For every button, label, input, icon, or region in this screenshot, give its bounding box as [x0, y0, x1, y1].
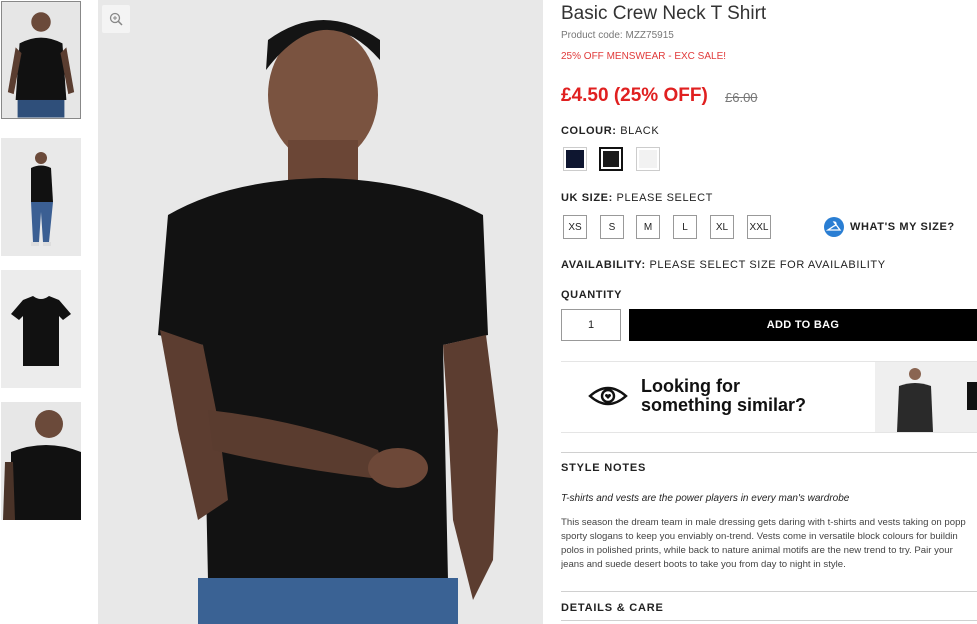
similar-items-preview: [875, 362, 977, 432]
zoom-in-icon: [109, 12, 123, 26]
availability-label: AVAILABILITY: PLEASE SELECT SIZE FOR AVA…: [561, 259, 886, 271]
thumbnail-closeup[interactable]: [1, 402, 81, 520]
main-product-image[interactable]: [98, 0, 543, 624]
swatch-navy[interactable]: [563, 147, 587, 171]
quantity-label: QUANTITY: [561, 289, 622, 301]
product-title: Basic Crew Neck T Shirt: [561, 3, 767, 24]
quantity-input[interactable]: 1: [561, 309, 621, 341]
style-notes-line: jeans and suede desert boots to take you…: [561, 559, 846, 570]
similar-line-2: something similar?: [641, 395, 807, 415]
whats-my-size-link[interactable]: WHAT'S MY SIZE?: [850, 221, 955, 233]
thumbnail-flat[interactable]: [1, 270, 81, 388]
style-notes-line: polos in polished prints, while back to …: [561, 545, 953, 556]
thumbnail-side[interactable]: [1, 138, 81, 256]
similar-line-1: Looking for: [641, 376, 740, 396]
availability-value: PLEASE SELECT SIZE FOR AVAILABILITY: [649, 259, 886, 271]
swatch-navy-fill: [566, 150, 584, 168]
size-option-l[interactable]: L: [673, 215, 697, 239]
swatch-white-fill: [639, 150, 657, 168]
size-option-xxl[interactable]: XXL: [747, 215, 771, 239]
availability-label-key: AVAILABILITY:: [561, 259, 646, 271]
swatch-white[interactable]: [636, 147, 660, 171]
add-to-bag-button[interactable]: ADD TO BAG: [629, 309, 977, 341]
similar-items-preview-image: [875, 362, 977, 432]
divider: [561, 452, 977, 453]
swatch-black[interactable]: [599, 147, 623, 171]
thumbnail-front[interactable]: [1, 1, 81, 119]
promo-text: 25% OFF MENSWEAR - EXC SALE!: [561, 51, 727, 62]
colour-label: COLOUR: BLACK: [561, 125, 659, 137]
colour-label-key: COLOUR:: [561, 125, 617, 137]
original-price: £6.00: [725, 90, 758, 105]
style-notes-line: This season the dream team in male dress…: [561, 517, 966, 528]
divider: [561, 591, 977, 592]
size-value: PLEASE SELECT: [616, 192, 713, 204]
size-option-xs[interactable]: XS: [563, 215, 587, 239]
style-notes-line: sporty slogans to keep you enviably on-t…: [561, 531, 958, 542]
size-guide-button[interactable]: [824, 217, 844, 237]
current-price: £4.50 (25% OFF): [561, 85, 708, 106]
tshirt-flat-thumbnail-image: [1, 270, 81, 388]
divider: [561, 620, 977, 621]
model-front-thumbnail-image: [2, 2, 80, 118]
size-option-m[interactable]: M: [636, 215, 660, 239]
similar-items-banner[interactable]: Looking for something similar?: [561, 361, 977, 433]
quantity-label-key: QUANTITY: [561, 289, 623, 301]
model-closeup-thumbnail-image: [1, 402, 81, 520]
similar-items-text: Looking for something similar?: [641, 377, 806, 415]
style-notes-heading[interactable]: STYLE NOTES: [561, 462, 646, 474]
model-wearing-tshirt-image: [98, 0, 543, 624]
colour-value: BLACK: [620, 125, 660, 137]
style-notes-subtitle: T-shirts and vests are the power players…: [561, 493, 850, 504]
swatch-black-fill: [603, 151, 619, 167]
eye-heart-icon: [588, 386, 628, 406]
style-notes-body: This season the dream team in male dress…: [561, 516, 977, 572]
size-option-xl[interactable]: XL: [710, 215, 734, 239]
size-label-key: UK SIZE:: [561, 192, 613, 204]
hanger-icon: [825, 221, 842, 231]
zoom-button[interactable]: [102, 5, 130, 33]
details-care-heading[interactable]: DETAILS & CARE: [561, 602, 664, 614]
size-label: UK SIZE: PLEASE SELECT: [561, 192, 713, 204]
model-side-thumbnail-image: [1, 138, 81, 256]
size-option-s[interactable]: S: [600, 215, 624, 239]
product-code: Product code: MZZ75915: [561, 30, 674, 41]
